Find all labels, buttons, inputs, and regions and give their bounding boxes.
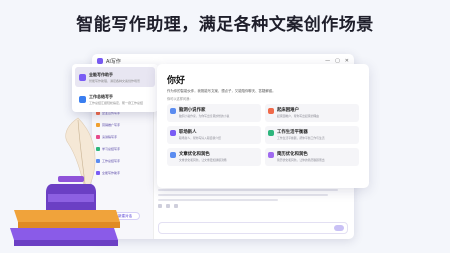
greeting-title: 你好 (167, 76, 186, 86)
card-desc: 文章优化和润色，让文章更加通顺流畅 (179, 158, 227, 162)
card-title: 起床困难户 (277, 108, 299, 113)
card-title: 简历优化和润色 (277, 152, 308, 157)
card-title: 文章优化和润色 (179, 152, 210, 157)
greeting-tip: 你可以这样问我： (167, 97, 193, 101)
greeting-panel: 你好 作为你的智能伙伴，我既能写文案、想点子，又能陪你聊天、答疑解惑。 你可以这… (157, 64, 369, 188)
card-title: 脑洞小说作家 (179, 108, 206, 113)
books-quill-illustration (10, 117, 120, 246)
balance-icon (268, 130, 274, 136)
copy-icon[interactable] (158, 204, 162, 208)
headline: 智能写作助理，满足各种文案创作场景 (76, 15, 374, 35)
text-line (158, 199, 278, 201)
card-desc: 简历优化和润色，让你的简历脱颖而出 (277, 158, 325, 162)
card-title: 职场新人 (179, 130, 197, 135)
card-desc: 起床困难户，帮你写出起床的理由 (277, 114, 319, 118)
card-desc: 工作生活平衡器，帮你平衡工作与生活 (277, 136, 325, 140)
chat-input[interactable] (158, 222, 348, 234)
refresh-icon[interactable] (166, 204, 170, 208)
message-actions (158, 204, 350, 208)
alarm-icon (268, 108, 274, 114)
popup-item-title: 全能写作助手 (89, 71, 113, 77)
card-title: 工作生活平衡器 (277, 130, 308, 135)
edit-icon (170, 152, 176, 158)
resume-icon (268, 152, 274, 158)
text-line (158, 189, 338, 191)
thumb-up-icon[interactable] (174, 204, 178, 208)
briefcase-icon (170, 130, 176, 136)
popup-item-desc: 智能写作助理，满足各种文案创作场景 (89, 78, 141, 83)
popup-item-all-purpose-writer[interactable]: 全能写作助手 智能写作助理，满足各种文案创作场景 (75, 67, 155, 87)
suggestion-card-article-polish[interactable]: 文章优化和润色 文章优化和润色，让文章更加通顺流畅 (167, 148, 261, 166)
card-desc: 职场新人，帮你写好入职自我介绍 (179, 136, 221, 140)
card-desc: 脑洞小说作家，为你写出奇思妙想的小说 (179, 114, 230, 118)
greeting-description: 作为你的智能伙伴，我既能写文案、想点子，又能陪你聊天、答疑解惑。 (167, 89, 276, 93)
send-button[interactable] (334, 225, 344, 231)
suggestion-card-novel-writer[interactable]: 脑洞小说作家 脑洞小说作家，为你写出奇思妙想的小说 (167, 104, 261, 122)
text-line (158, 194, 328, 196)
suggestion-card-work-life-balance[interactable]: 工作生活平衡器 工作生活平衡器，帮你平衡工作与生活 (265, 126, 359, 144)
pen-icon (79, 73, 86, 81)
suggestion-card-resume-polish[interactable]: 简历优化和润色 简历优化和润色，让你的简历脱颖而出 (265, 148, 359, 166)
suggestion-card-wake-up[interactable]: 起床困难户 起床困难户，帮你写出起床的理由 (265, 104, 359, 122)
suggestion-card-newcomer[interactable]: 职场新人 职场新人，帮你写好入职自我介绍 (167, 126, 261, 144)
book-icon (170, 108, 176, 114)
